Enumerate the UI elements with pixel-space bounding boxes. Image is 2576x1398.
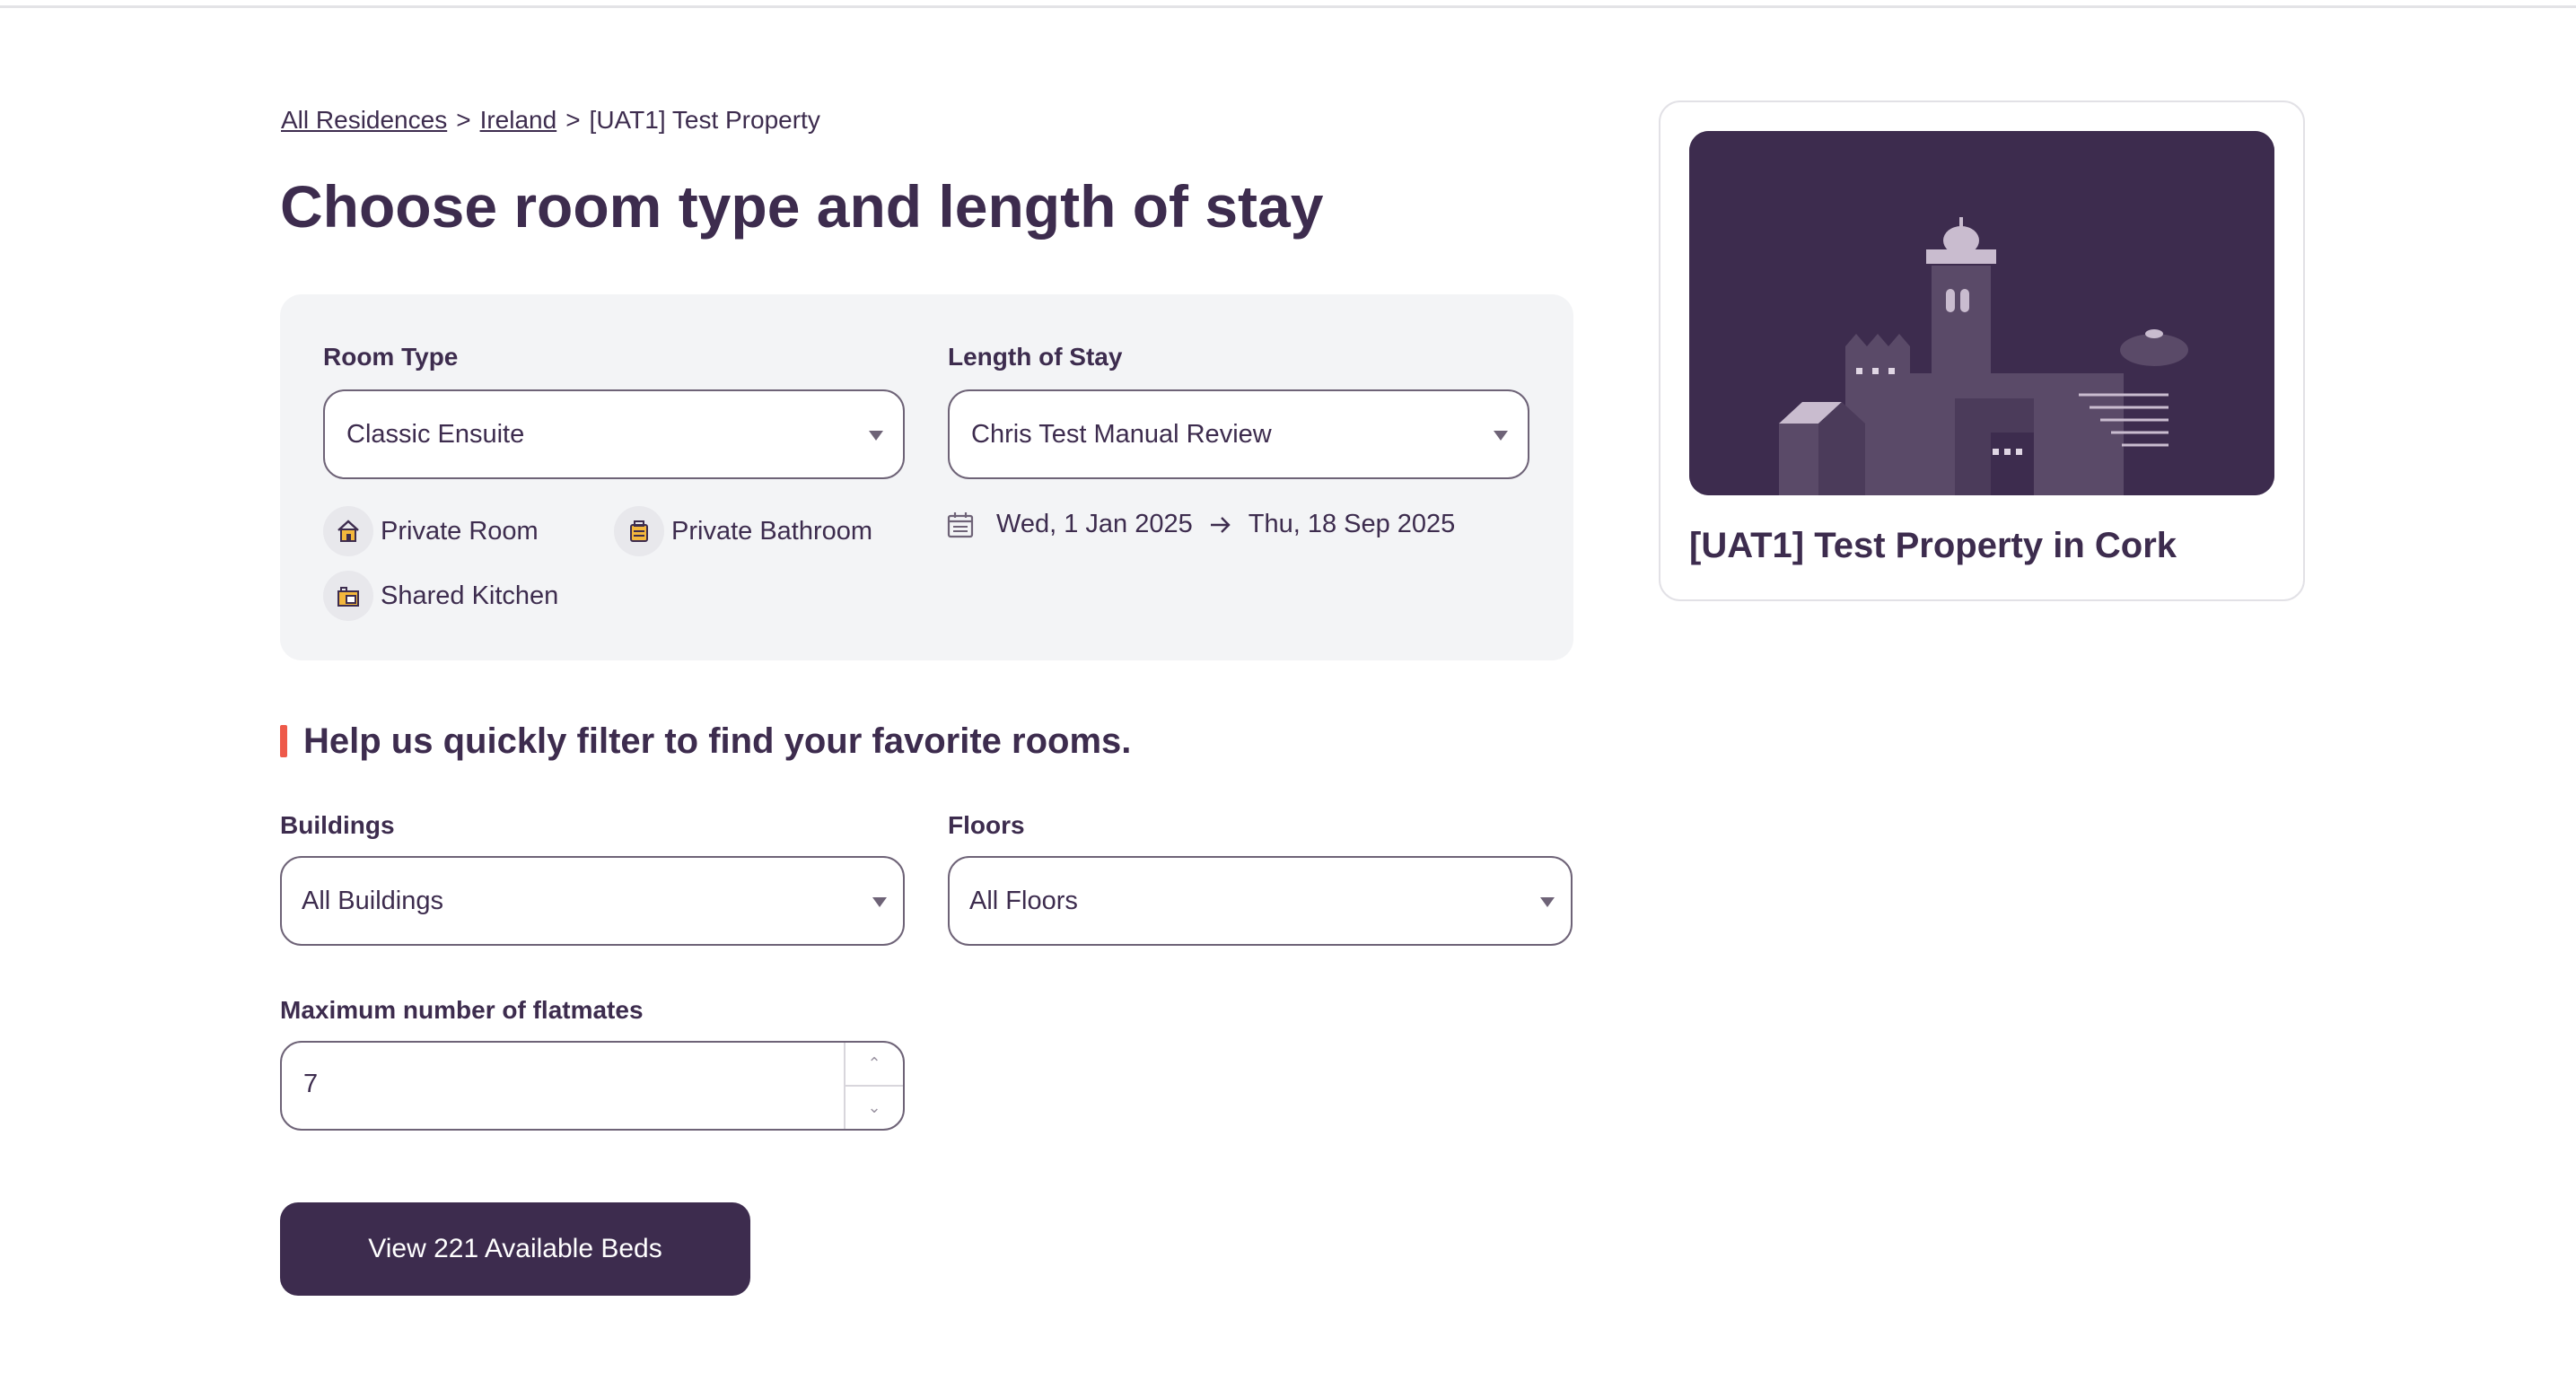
feature-shared-kitchen: Shared Kitchen [323,571,558,621]
floors-select[interactable]: All Floors [948,856,1573,946]
property-card[interactable]: [UAT1] Test Property in Cork [1659,100,2305,601]
feature-label: Private Room [381,516,539,546]
chevron-down-icon [869,431,883,441]
page-title: Choose room type and length of stay [280,173,1324,240]
accent-bar [280,725,287,757]
number-stepper: ⌃ ⌄ [844,1043,903,1129]
buildings-value: All Buildings [302,886,443,915]
start-date: Wed, 1 Jan 2025 [996,510,1193,538]
breadcrumb-link-ireland[interactable]: Ireland [480,106,557,134]
calendar-icon [946,511,975,539]
arrow-right-icon [1209,515,1232,535]
chevron-down-icon [1540,897,1555,907]
flatmates-label: Maximum number of flatmates [280,996,644,1024]
buildings-label: Buildings [280,811,395,839]
bathroom-icon [614,506,664,556]
flatmates-number-input[interactable]: 7 ⌃ ⌄ [280,1041,905,1131]
breadcrumb-current: [UAT1] Test Property [589,106,820,134]
decrement-icon[interactable]: ⌄ [846,1087,903,1129]
floors-label: Floors [948,811,1025,839]
kitchen-icon [323,571,373,621]
length-of-stay-select[interactable]: Chris Test Manual Review [948,389,1529,479]
filter-heading-text: Help us quickly filter to find your favo… [303,721,1132,761]
end-date: Thu, 18 Sep 2025 [1248,510,1456,538]
chevron-down-icon [1494,431,1508,441]
feature-private-bathroom: Private Bathroom [614,506,872,556]
breadcrumb-link-all-residences[interactable]: All Residences [281,106,447,134]
breadcrumb-separator: > [456,106,471,134]
length-of-stay-label: Length of Stay [948,343,1123,371]
room-type-select[interactable]: Classic Ensuite [323,389,905,479]
house-icon [323,506,373,556]
top-divider [0,5,2576,8]
feature-label: Private Bathroom [671,516,873,546]
property-name: [UAT1] Test Property in Cork [1689,526,2177,565]
room-type-value: Classic Ensuite [346,419,525,449]
floors-value: All Floors [969,886,1078,915]
buildings-select[interactable]: All Buildings [280,856,905,946]
stay-dates: Wed, 1 Jan 2025 Thu, 18 Sep 2025 [946,510,1455,539]
room-type-label: Room Type [323,343,459,371]
flatmates-value[interactable]: 7 [303,1070,318,1099]
room-selection-panel: Room Type Classic Ensuite Length of Stay… [280,294,1573,660]
chevron-down-icon [872,897,887,907]
length-of-stay-value: Chris Test Manual Review [971,419,1272,449]
breadcrumb-separator: > [565,106,581,134]
property-illustration [1689,131,2274,495]
filter-heading: Help us quickly filter to find your favo… [280,721,1132,761]
feature-private-room: Private Room [323,506,539,556]
breadcrumb: All Residences > Ireland > [UAT1] Test Prope… [281,106,820,135]
view-available-beds-button[interactable]: View 221 Available Beds [280,1202,750,1296]
increment-icon[interactable]: ⌃ [846,1043,903,1087]
feature-label: Shared Kitchen [381,581,559,610]
